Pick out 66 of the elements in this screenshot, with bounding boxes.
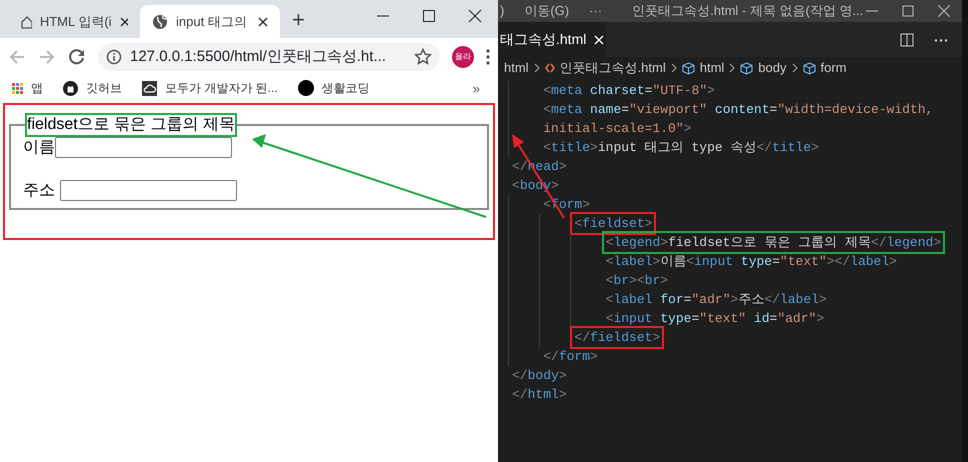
code-line: <meta charset="UTF-8">	[542, 82, 716, 100]
breadcrumb-item[interactable]: html	[504, 58, 529, 78]
reload-icon[interactable]	[68, 48, 86, 66]
chevron-icon	[792, 63, 798, 73]
chevron-icon	[534, 63, 540, 73]
more-bookmarks-icon[interactable]: »	[472, 79, 480, 98]
bookmark-label[interactable]: 모두가 개발자가 된...	[165, 79, 278, 97]
close-icon[interactable]	[938, 5, 950, 17]
maximize-icon[interactable]	[902, 5, 914, 17]
close-icon	[258, 16, 268, 26]
tab-title: HTML 입력(i	[40, 12, 112, 31]
cube-icon	[740, 62, 754, 74]
globe-icon	[152, 14, 168, 30]
text-input[interactable]	[55, 137, 232, 158]
text-input[interactable]	[60, 180, 237, 201]
code-line: </body>	[511, 366, 568, 385]
breadcrumb-item[interactable]: 인풋태그속성.html	[560, 58, 666, 78]
maximize-icon[interactable]	[422, 9, 436, 23]
address-bar[interactable]: 127.0.0.1:5500/html/인풋태그속성.ht...	[98, 43, 440, 71]
code-brackets-icon	[544, 63, 555, 73]
url-text: 127.0.0.1:5500/html/인풋태그속성.ht...	[130, 46, 387, 67]
field-label: 주소	[23, 180, 55, 200]
breadcrumb-item[interactable]: body	[758, 58, 786, 78]
code-line: <label for="adr">주소</label>	[604, 290, 828, 309]
legend-text: fieldset으로 묶은 그룹의 제목	[25, 113, 238, 137]
code-line: </html>	[511, 386, 568, 404]
bookmark-label[interactable]: 앱	[31, 79, 43, 97]
home-icon	[20, 14, 32, 28]
bookmark-label[interactable]: 깃허브	[86, 79, 122, 97]
apps-grid-icon	[12, 82, 23, 94]
more-actions-icon[interactable]	[934, 39, 948, 42]
cube-icon	[682, 62, 695, 74]
field-label: 이름	[23, 138, 55, 158]
tab-title: input 태그의	[176, 12, 248, 31]
chevron-icon	[670, 63, 677, 73]
browser-tab[interactable]: HTML 입력(i	[8, 5, 140, 38]
cube-icon	[802, 62, 816, 74]
breadcrumb-item[interactable]: html	[700, 58, 724, 78]
profile-avatar[interactable]: 올라	[452, 46, 474, 68]
tab-title: 태그속성.html	[500, 30, 586, 49]
menu-item[interactable]: )	[500, 1, 504, 21]
code-line: <input type="text" id="adr">	[604, 310, 826, 328]
filled-circle-icon	[298, 80, 314, 96]
window-title: 인풋태그속성.html - 제목 없음(작업 영...	[632, 2, 864, 20]
cloud-icon	[142, 80, 157, 96]
chevron-icon	[729, 63, 736, 73]
star-icon[interactable]	[414, 48, 432, 66]
code-line: <br><br>	[604, 272, 670, 290]
menu-icon[interactable]	[486, 49, 490, 65]
browser-tab[interactable]: input 태그의	[140, 5, 280, 38]
breadcrumb-item[interactable]: form	[820, 58, 846, 78]
bookmark-label[interactable]: 생활코딩	[322, 79, 370, 97]
new-tab-icon[interactable]: +	[292, 9, 305, 31]
close-icon	[120, 16, 128, 26]
code-line: </form>	[542, 348, 599, 366]
split-editor-icon[interactable]	[900, 33, 914, 47]
code-line: <title>input 태그의 type 속성</title>	[542, 138, 820, 157]
cat-icon	[63, 80, 78, 96]
code-line: <meta name="viewport" content="width=device-width,	[542, 100, 934, 119]
menu-item[interactable]: ···	[589, 1, 602, 21]
close-icon[interactable]	[468, 9, 482, 23]
menu-item[interactable]: 이동(G)	[524, 1, 570, 21]
info-icon	[106, 49, 122, 65]
code-line: initial-scale=1.0">	[542, 120, 692, 138]
editor-tab[interactable]: 태그속성.html	[498, 22, 606, 57]
code-line: <label>이름<input type="text"></label>	[604, 252, 898, 271]
